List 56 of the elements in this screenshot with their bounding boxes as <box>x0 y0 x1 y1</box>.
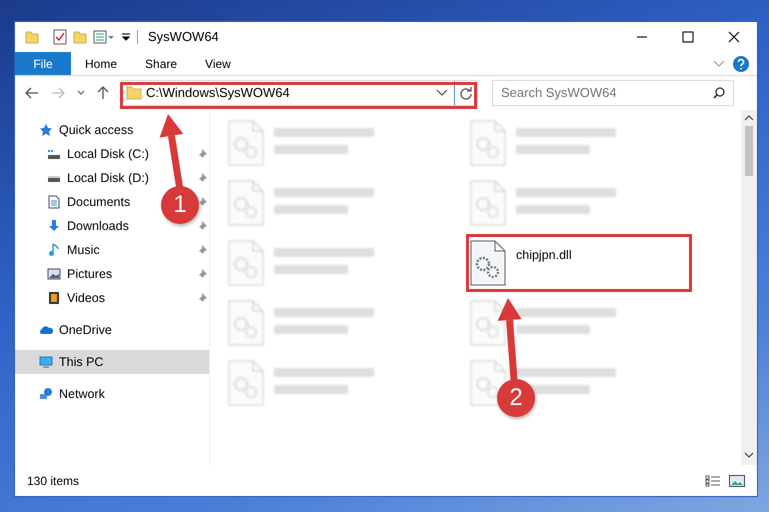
close-icon <box>728 31 740 43</box>
refresh-icon[interactable] <box>459 86 473 100</box>
star-icon <box>39 123 53 137</box>
back-arrow-icon <box>25 87 39 99</box>
help-icon[interactable] <box>733 56 749 72</box>
file-icon[interactable] <box>470 240 506 286</box>
ribbon-tab[interactable]: Home <box>71 52 132 75</box>
maximize-icon <box>682 31 694 43</box>
pin-icon[interactable] <box>197 221 207 231</box>
view-icon[interactable] <box>93 30 115 44</box>
sidebar-item[interactable]: Downloads <box>15 214 133 238</box>
scroll-thumb[interactable] <box>745 126 753 176</box>
pin-icon[interactable] <box>197 269 207 279</box>
sidebar-item[interactable]: Documents <box>15 190 134 214</box>
scroll-down-icon[interactable] <box>744 451 754 459</box>
item-count: 130 items <box>27 472 80 490</box>
download-icon <box>47 219 61 233</box>
properties-icon[interactable] <box>53 29 67 45</box>
caret-icon <box>77 90 85 96</box>
sidebar-item[interactable]: Quick access <box>15 118 138 142</box>
drive-icon <box>47 147 61 161</box>
address-bar[interactable]: C:\Windows\SysWOW64 <box>121 80 478 106</box>
pin-icon[interactable] <box>197 149 207 159</box>
search-field[interactable]: Search SysWOW64 <box>492 80 734 106</box>
picture-icon <box>47 267 61 281</box>
sidebar-item[interactable]: This PC <box>15 350 209 374</box>
forward-arrow-icon <box>51 87 65 99</box>
window-title: SysWOW64 <box>148 28 219 46</box>
details-view-icon[interactable] <box>705 474 721 486</box>
pin-icon[interactable] <box>197 245 207 255</box>
sidebar-item[interactable]: Music <box>15 238 104 262</box>
large-icons-view-icon[interactable] <box>729 474 745 486</box>
monitor-icon <box>39 355 53 369</box>
sidebar-item[interactable]: Pictures <box>15 262 116 286</box>
scroll-up-icon[interactable] <box>744 114 754 122</box>
music-note-icon <box>47 243 61 257</box>
network-icon <box>39 387 53 401</box>
pin-icon[interactable] <box>197 293 207 303</box>
folder-icon <box>126 86 142 100</box>
film-icon <box>47 291 61 305</box>
dropdown-arrow-icon[interactable] <box>121 32 131 42</box>
expand-ribbon-icon[interactable] <box>713 60 725 68</box>
document-icon <box>47 195 61 209</box>
search-icon[interactable] <box>713 87 725 99</box>
ribbon-tab[interactable]: View <box>191 52 245 75</box>
sidebar-item[interactable]: Network <box>15 382 109 406</box>
pin-icon[interactable] <box>197 197 207 207</box>
sidebar-item[interactable]: Videos <box>15 286 109 310</box>
scrollbar[interactable] <box>741 110 757 465</box>
ribbon-tab[interactable]: Share <box>131 52 192 75</box>
up-arrow-icon <box>97 86 109 100</box>
sidebar-item[interactable]: OneDrive <box>15 318 116 342</box>
sidebar-item[interactable]: Local Disk (D:) <box>15 166 153 190</box>
pin-icon[interactable] <box>197 173 207 183</box>
file-name[interactable]: chipjpn.dll <box>516 246 572 265</box>
sidebar-item[interactable]: Local Disk (C:) <box>15 142 153 166</box>
